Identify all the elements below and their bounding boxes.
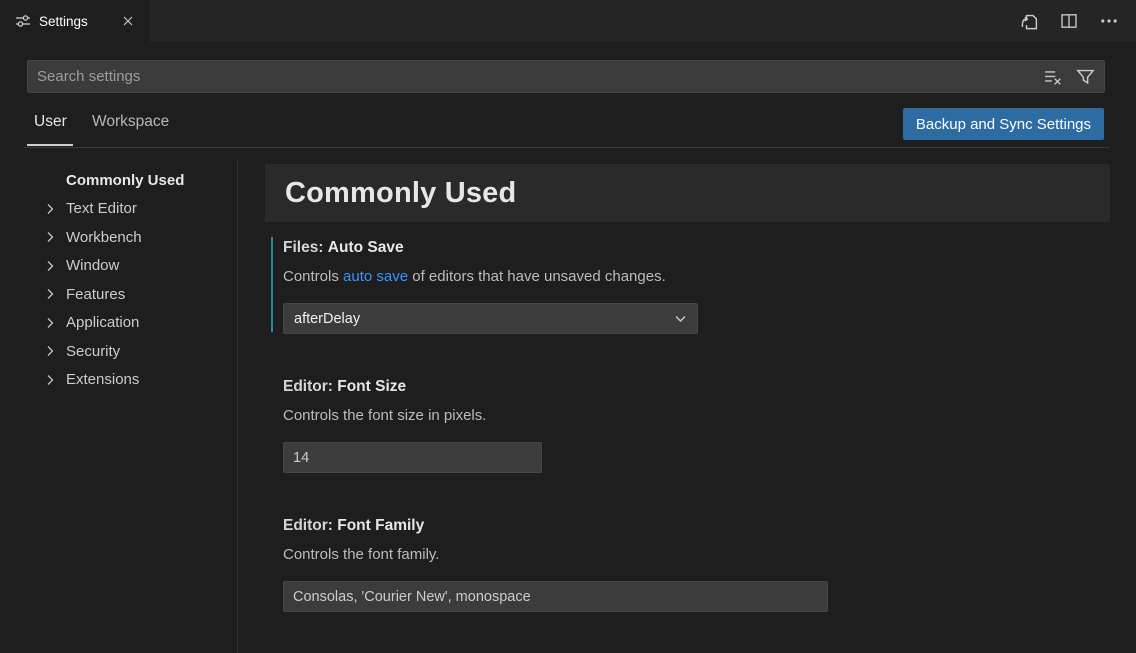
toc-item-commonly-used[interactable]: Commonly Used (0, 166, 236, 195)
dropdown-value: afterDelay (294, 311, 674, 327)
chevron-right-icon (46, 231, 55, 243)
description-text: Controls the font size in pixels. (283, 407, 486, 424)
toc-item-window[interactable]: Window (0, 252, 236, 281)
close-icon[interactable] (118, 11, 138, 31)
setting-description: Controls the font size in pixels. (283, 406, 542, 426)
setting-description: Controls auto save of editors that have … (283, 267, 698, 287)
tab-settings[interactable]: Settings (0, 0, 150, 42)
auto-save-link[interactable]: auto save (343, 268, 408, 285)
more-actions-icon[interactable] (1098, 10, 1120, 32)
setting-name: Auto Save (328, 239, 404, 256)
modified-setting-indicator (271, 237, 273, 332)
font-size-input[interactable] (283, 442, 542, 473)
tab-workspace[interactable]: Workspace (92, 113, 169, 131)
toc-label: Security (66, 343, 120, 360)
setting-files-auto-save: Files: Auto Save Controls auto save of e… (283, 238, 698, 334)
toc-label: Extensions (66, 371, 139, 388)
clear-search-icon[interactable] (1042, 66, 1064, 88)
setting-category: Files: (283, 239, 328, 256)
chevron-right-icon (46, 203, 55, 215)
toc-item-workbench[interactable]: Workbench (0, 223, 236, 252)
tab-user[interactable]: User (34, 113, 67, 131)
toc-label: Window (66, 257, 119, 274)
setting-title: Editor: Font Size (283, 377, 542, 397)
toc-divider (237, 160, 238, 653)
active-tab-underline (27, 144, 73, 146)
chevron-right-icon (46, 374, 55, 386)
chevron-right-icon (46, 317, 55, 329)
toc-label: Workbench (66, 229, 142, 246)
settings-toc: Commonly Used Text Editor Workbench Wind… (0, 166, 236, 394)
toc-item-security[interactable]: Security (0, 337, 236, 366)
toc-item-features[interactable]: Features (0, 280, 236, 309)
settings-sliders-icon (15, 13, 31, 29)
setting-name: Font Family (337, 517, 424, 534)
setting-editor-font-family: Editor: Font Family Controls the font fa… (283, 516, 828, 612)
font-family-input[interactable] (283, 581, 828, 612)
filter-icon[interactable] (1074, 66, 1096, 88)
toc-item-application[interactable]: Application (0, 309, 236, 338)
chevron-right-icon (46, 345, 55, 357)
chevron-right-icon (46, 260, 55, 272)
setting-category: Editor: (283, 378, 337, 395)
section-heading-band: Commonly Used (265, 164, 1110, 222)
description-text: Controls the font family. (283, 546, 439, 563)
split-editor-icon[interactable] (1058, 10, 1080, 32)
backup-and-sync-button[interactable]: Backup and Sync Settings (903, 108, 1104, 140)
search-input[interactable] (37, 68, 1042, 85)
description-text: of editors that have unsaved changes. (408, 268, 666, 285)
toc-label: Application (66, 314, 139, 331)
setting-title: Editor: Font Family (283, 516, 828, 536)
setting-name: Font Size (337, 378, 406, 395)
search-settings-bar (27, 60, 1105, 93)
tab-label: Settings (39, 14, 88, 29)
page-title: Commonly Used (285, 177, 516, 210)
toc-label: Commonly Used (66, 172, 184, 189)
editor-tab-bar: Settings (0, 0, 1136, 42)
chevron-right-icon (46, 288, 55, 300)
description-text: Controls (283, 268, 343, 285)
toc-label: Features (66, 286, 125, 303)
tabs-separator (24, 147, 1110, 148)
toc-item-extensions[interactable]: Extensions (0, 366, 236, 395)
chevron-down-icon (674, 315, 687, 323)
toc-label: Text Editor (66, 200, 137, 217)
search-actions (1042, 66, 1096, 88)
open-settings-json-icon[interactable] (1018, 10, 1040, 32)
setting-category: Editor: (283, 517, 337, 534)
setting-editor-font-size: Editor: Font Size Controls the font size… (283, 377, 542, 473)
toc-item-text-editor[interactable]: Text Editor (0, 195, 236, 224)
setting-title: Files: Auto Save (283, 238, 698, 258)
auto-save-dropdown[interactable]: afterDelay (283, 303, 698, 334)
setting-description: Controls the font family. (283, 545, 828, 565)
editor-actions (1018, 0, 1120, 42)
